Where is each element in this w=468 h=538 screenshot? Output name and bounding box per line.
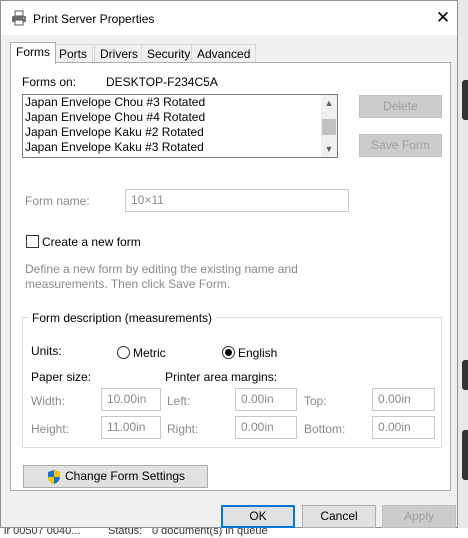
uac-shield-icon — [48, 470, 60, 484]
tab-ports[interactable]: Ports — [53, 44, 94, 63]
tab-advanced[interactable]: Advanced — [191, 44, 257, 63]
left-margin-field[interactable]: 0.00in — [235, 388, 297, 411]
hint-text-line1: Define a new form by editing the existin… — [25, 262, 298, 276]
english-label: English — [238, 346, 278, 360]
tab-drivers[interactable]: Drivers — [94, 44, 144, 63]
paper-size-label: Paper size: — [31, 370, 92, 384]
height-field[interactable]: 11.00in — [101, 416, 161, 439]
metric-label: Metric — [133, 346, 166, 360]
list-item[interactable]: Japan Envelope Chou #3 Rotated — [23, 95, 337, 110]
list-item[interactable]: Japan Envelope Chou #4 Rotated — [23, 110, 337, 125]
tab-forms[interactable]: Forms — [10, 42, 56, 64]
left-margin-label: Left: — [167, 394, 191, 408]
list-item[interactable]: Japan Envelope Kaku #2 Rotated — [23, 125, 337, 140]
create-new-form-checkbox[interactable] — [26, 235, 39, 248]
width-field[interactable]: 10.00in — [101, 388, 161, 411]
close-button[interactable]: ✕ — [433, 7, 453, 29]
hint-text-line2: measurements. Then click Save Form. — [25, 277, 231, 291]
bottom-margin-field[interactable]: 0.00in — [372, 416, 435, 439]
forms-tab-panel: Forms on: DESKTOP-F234C5A Japan Envelope… — [10, 62, 451, 491]
save-form-button[interactable]: Save Form — [359, 134, 442, 157]
top-margin-label: Top: — [304, 394, 327, 408]
bottom-margin-label: Bottom: — [304, 422, 346, 436]
units-label: Units: — [31, 344, 62, 358]
change-form-settings-button[interactable]: Change Form Settings — [23, 465, 208, 488]
forms-on-label: Forms on: — [22, 75, 77, 89]
background-status-label: Status: — [108, 528, 143, 537]
cancel-button[interactable]: Cancel — [302, 505, 376, 528]
form-name-label: Form name: — [25, 194, 90, 208]
apply-button[interactable]: Apply — [382, 505, 456, 528]
ok-button[interactable]: OK — [221, 505, 295, 528]
right-margin-label: Right: — [167, 422, 199, 436]
delete-button[interactable]: Delete — [359, 95, 442, 118]
create-new-form-label: Create a new form — [42, 235, 141, 249]
forms-listbox[interactable]: Japan Envelope Chou #3 Rotated Japan Env… — [22, 94, 338, 158]
printer-area-margins-label: Printer area margins: — [165, 370, 278, 384]
window-title: Print Server Properties — [33, 12, 155, 26]
metric-radio[interactable] — [117, 346, 130, 359]
top-margin-field[interactable]: 0.00in — [372, 388, 435, 411]
form-name-field[interactable]: 10×11 — [125, 189, 349, 212]
height-label: Height: — [31, 422, 70, 436]
background-window-edge — [458, 0, 468, 528]
list-item[interactable]: Japan Envelope Kaku #3 Rotated — [23, 140, 337, 155]
tab-security[interactable]: Security — [141, 44, 197, 63]
english-radio[interactable] — [222, 346, 235, 359]
form-description-heading: Form description (measurements) — [29, 311, 216, 325]
scroll-up-icon[interactable]: ▲ — [321, 95, 337, 111]
right-margin-field[interactable]: 0.00in — [235, 416, 297, 439]
change-form-settings-label: Change Form Settings — [65, 469, 186, 483]
background-window-strip: ir 00507 0040... Status: 0 document(s) i… — [0, 528, 468, 538]
title-bar: Print Server Properties ✕ — [1, 1, 457, 35]
print-server-properties-dialog: Print Server Properties ✕ Forms Ports Dr… — [0, 0, 458, 528]
printer-icon — [12, 10, 26, 26]
scroll-down-icon[interactable]: ▼ — [321, 141, 337, 157]
background-status-value: 0 document(s) in queue — [152, 528, 268, 537]
width-label: Width: — [31, 394, 66, 408]
background-left-text: ir 00507 0040... — [4, 528, 81, 537]
listbox-scrollbar[interactable]: ▲ ▼ — [321, 95, 337, 157]
close-icon: ✕ — [435, 8, 451, 27]
server-name: DESKTOP-F234C5A — [106, 75, 218, 89]
scroll-thumb[interactable] — [322, 119, 336, 135]
